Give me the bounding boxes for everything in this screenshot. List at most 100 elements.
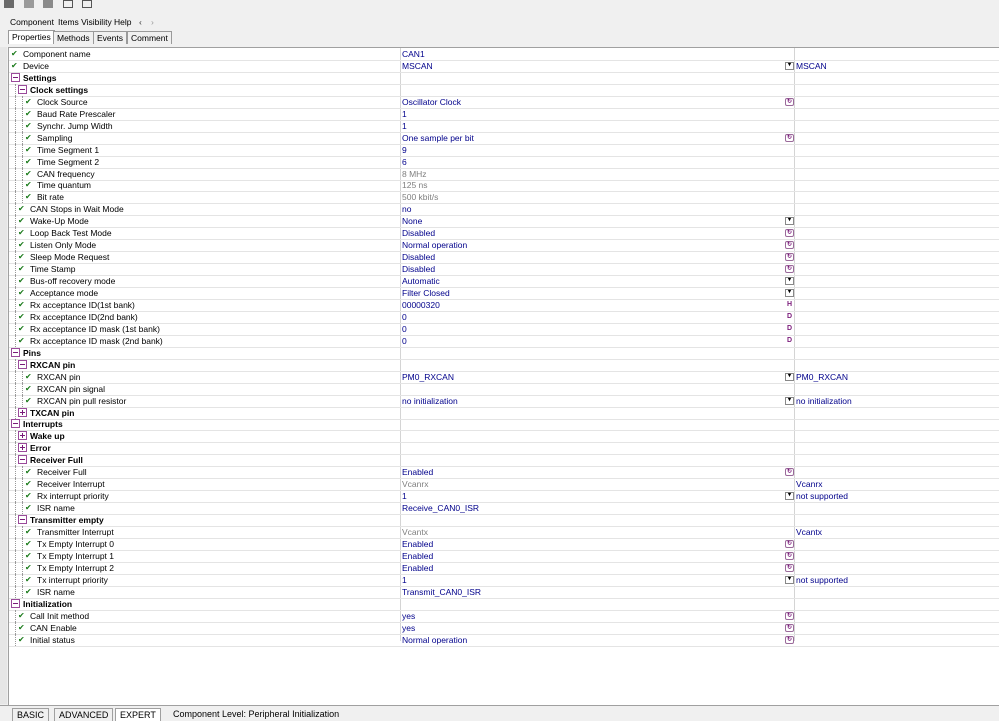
property-value[interactable]: yes xyxy=(402,610,415,622)
tree-line xyxy=(15,83,16,96)
property-value[interactable]: Enabled xyxy=(402,550,433,562)
radix-toggle-icon[interactable]: D xyxy=(785,337,794,345)
property-value[interactable]: Automatic xyxy=(402,275,440,287)
checkmark-icon: ✔ xyxy=(25,538,32,548)
property-value[interactable]: MSCAN xyxy=(402,60,433,72)
reset-icon[interactable]: ↻ xyxy=(785,133,794,142)
property-value[interactable]: One sample per bit xyxy=(402,132,474,144)
forward-arrow-icon[interactable]: › xyxy=(151,16,154,28)
tab-basic[interactable]: BASIC xyxy=(12,708,50,721)
property-value[interactable]: Disabled xyxy=(402,263,435,275)
tab-advanced[interactable]: ADVANCED xyxy=(54,708,114,721)
grid-icon[interactable] xyxy=(82,0,92,8)
property-value[interactable]: 6 xyxy=(402,156,407,168)
back-arrow-icon[interactable]: ‹ xyxy=(139,16,142,28)
collapse-icon[interactable] xyxy=(18,515,27,525)
collapse-icon[interactable] xyxy=(11,347,20,357)
table-icon[interactable] xyxy=(63,0,73,8)
property-value[interactable]: 0 xyxy=(402,311,407,323)
property-value[interactable]: 1 xyxy=(402,490,407,502)
radix-toggle-icon[interactable]: H xyxy=(785,301,794,309)
expand-icon[interactable] xyxy=(18,431,27,441)
dropdown-arrow-icon[interactable]: ▾ xyxy=(785,217,794,226)
checkmark-icon: ✔ xyxy=(25,562,32,572)
tree-line xyxy=(15,478,16,491)
property-value[interactable]: 1 xyxy=(402,120,407,132)
property-value[interactable]: Filter Closed xyxy=(402,287,450,299)
tab-events[interactable]: Events xyxy=(93,31,127,44)
collapse-icon[interactable] xyxy=(11,419,20,429)
property-value[interactable]: 0 xyxy=(402,323,407,335)
collapse-icon[interactable] xyxy=(18,359,27,369)
property-value[interactable]: yes xyxy=(402,622,415,634)
menu-items-visibility[interactable]: Items Visibility xyxy=(58,16,112,28)
property-value[interactable]: 0 xyxy=(402,335,407,347)
tab-methods[interactable]: Methods xyxy=(53,31,94,44)
property-grid: ✔ Component name CAN1 ✔ Device MSCAN ▾ MSCAN Set… xyxy=(8,47,999,705)
collapse-icon[interactable] xyxy=(11,598,20,608)
expand-icon[interactable] xyxy=(18,443,27,453)
dropdown-arrow-icon[interactable]: ▾ xyxy=(785,289,794,297)
gray-box-icon[interactable] xyxy=(43,0,53,8)
property-value[interactable]: Oscillator Clock xyxy=(402,96,461,108)
property-row[interactable]: ✔ Initial status Normal operation ↻ xyxy=(9,633,999,647)
property-value[interactable]: no xyxy=(402,203,411,215)
menu-component[interactable]: Component xyxy=(10,16,54,28)
reset-icon[interactable]: ↻ xyxy=(785,468,794,477)
property-name: Device xyxy=(23,60,49,71)
reset-icon[interactable]: ↻ xyxy=(785,253,794,262)
reset-icon[interactable]: ↻ xyxy=(785,265,794,274)
property-name: ISR name xyxy=(37,503,75,514)
reset-icon[interactable]: ↻ xyxy=(785,611,794,620)
reset-icon[interactable]: ↻ xyxy=(785,551,794,560)
radix-toggle-icon[interactable]: D xyxy=(785,325,794,333)
property-value[interactable]: 00000320 xyxy=(402,299,440,311)
dropdown-arrow-icon[interactable]: ▾ xyxy=(785,492,794,501)
paste-icon[interactable] xyxy=(24,0,34,8)
property-value[interactable]: Transmit_CAN0_ISR xyxy=(402,586,481,598)
property-value[interactable]: Enabled xyxy=(402,466,433,478)
property-value[interactable]: CAN1 xyxy=(402,48,425,60)
expand-icon[interactable] xyxy=(18,407,27,417)
property-value[interactable]: 9 xyxy=(402,144,407,156)
tree-line xyxy=(15,95,16,108)
property-name: Time Stamp xyxy=(30,264,76,275)
reset-icon[interactable]: ↻ xyxy=(785,563,794,572)
tab-expert[interactable]: EXPERT xyxy=(115,708,161,721)
menu-help[interactable]: Help xyxy=(114,16,131,28)
dropdown-arrow-icon[interactable]: ▾ xyxy=(785,575,794,584)
tab-comment[interactable]: Comment xyxy=(127,31,172,44)
property-value[interactable]: 1 xyxy=(402,108,407,120)
property-value[interactable]: Enabled xyxy=(402,562,433,574)
dropdown-arrow-icon[interactable]: ▾ xyxy=(785,61,794,70)
property-value[interactable]: Disabled xyxy=(402,251,435,263)
collapse-icon[interactable] xyxy=(18,455,27,465)
property-value[interactable]: Normal operation xyxy=(402,239,467,251)
tree-line xyxy=(15,358,16,371)
property-name: Clock Source xyxy=(37,96,88,107)
property-value[interactable]: Receive_CAN0_ISR xyxy=(402,502,479,514)
save-icon[interactable] xyxy=(4,0,14,8)
tab-properties[interactable]: Properties xyxy=(8,30,55,44)
property-value[interactable]: Normal operation xyxy=(402,634,467,646)
reset-icon[interactable]: ↻ xyxy=(785,623,794,632)
dropdown-arrow-icon[interactable]: ▾ xyxy=(785,372,794,381)
reset-icon[interactable]: ↻ xyxy=(785,539,794,548)
dropdown-arrow-icon[interactable]: ▾ xyxy=(785,396,794,405)
property-value[interactable]: PM0_RXCAN xyxy=(402,371,454,383)
tree-line xyxy=(22,466,23,479)
property-value[interactable]: 1 xyxy=(402,574,407,586)
property-value[interactable]: Disabled xyxy=(402,227,435,239)
dropdown-arrow-icon[interactable]: ▾ xyxy=(785,277,794,286)
property-value[interactable]: Enabled xyxy=(402,538,433,550)
reset-icon[interactable]: ↻ xyxy=(785,241,794,250)
radix-toggle-icon[interactable]: D xyxy=(785,313,794,321)
reset-icon[interactable]: ↻ xyxy=(785,635,794,644)
collapse-icon[interactable] xyxy=(18,84,27,94)
reset-icon[interactable]: ↻ xyxy=(785,97,794,106)
reset-icon[interactable]: ↻ xyxy=(785,229,794,238)
property-value[interactable]: None xyxy=(402,215,422,227)
collapse-icon[interactable] xyxy=(11,72,20,82)
property-value[interactable]: no initialization xyxy=(402,395,458,407)
checkmark-icon: ✔ xyxy=(18,216,25,226)
